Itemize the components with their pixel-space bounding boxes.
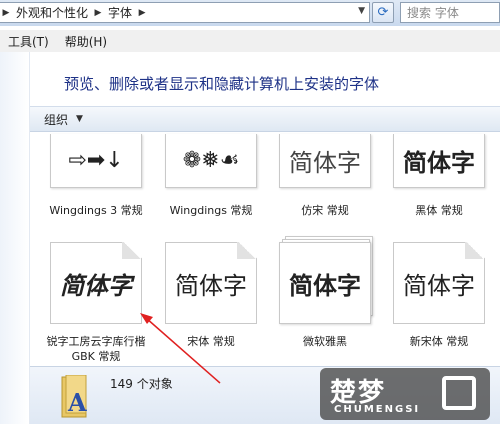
organize-toolbar: 组织 ▼ — [30, 106, 500, 132]
font-preview: ⇨➡↓ — [50, 134, 142, 188]
font-tile-songti[interactable]: 简体字 — [165, 242, 257, 324]
history-dropdown-icon[interactable]: ▼ — [358, 6, 365, 16]
font-sample: 简体字 — [175, 271, 247, 300]
font-name: 宋体 常规 — [187, 335, 235, 348]
menu-bar: 工具(T) 帮助(H) — [0, 30, 500, 52]
watermark-mark — [442, 376, 476, 410]
organize-button[interactable]: 组织 — [44, 111, 68, 128]
font-preview: 简体字 — [279, 242, 371, 324]
font-sample: ⇨➡↓ — [68, 148, 124, 173]
left-gutter — [0, 52, 30, 424]
font-tile-yahei[interactable]: 简体字 — [279, 236, 373, 324]
font-name: 黑体 常规 — [415, 204, 463, 217]
font-preview: 简体字 — [279, 134, 371, 188]
font-sample: 简体字 — [403, 271, 475, 300]
search-input[interactable]: 搜索 字体 — [400, 2, 500, 23]
watermark-subtext: CHUMENGSI — [334, 404, 421, 415]
font-name: 锐字工房云字库行楷GBK 常规 — [46, 335, 146, 363]
chevron-right-icon[interactable]: ▶ — [92, 8, 104, 18]
font-tile-nsimsun[interactable]: 简体字 — [393, 242, 485, 324]
address-bar-area: ▶ 外观和个性化 ▶ 字体 ▶ ▼ ⟳ 搜索 字体 — [0, 0, 500, 26]
breadcrumb-appearance[interactable]: 外观和个性化 — [12, 4, 92, 21]
page-fold — [237, 242, 257, 259]
font-tile-wingdings[interactable]: ❁❅☙ — [165, 134, 257, 188]
refresh-button[interactable]: ⟳ — [372, 2, 394, 23]
font-name: 仿宋 常规 — [301, 204, 349, 217]
font-name: 微软雅黑 — [303, 335, 347, 348]
page-fold — [465, 242, 485, 259]
font-name: Wingdings 3 常规 — [49, 204, 143, 217]
font-sample: 简体字 — [289, 271, 361, 300]
refresh-icon: ⟳ — [377, 5, 389, 20]
watermark-logo: 楚梦 CHUMENGSI — [320, 368, 490, 420]
font-tile-heiti[interactable]: 简体字 — [393, 134, 485, 188]
svg-text:A: A — [67, 388, 87, 417]
search-placeholder: 搜索 字体 — [407, 6, 459, 20]
font-tile-wingdings3[interactable]: ⇨➡↓ — [50, 134, 142, 188]
font-tile-ruizi[interactable]: 简体字 — [50, 242, 142, 324]
font-folder-icon: A — [61, 375, 87, 418]
font-sample: 简体字 — [403, 149, 475, 177]
font-sample: ❁❅☙ — [182, 148, 240, 173]
breadcrumb-fonts[interactable]: 字体 — [104, 4, 136, 21]
object-count: 149 个对象 — [110, 377, 173, 391]
menu-tools[interactable]: 工具(T) — [8, 33, 49, 50]
font-preview: ❁❅☙ — [165, 134, 257, 188]
font-sample: 简体字 — [289, 149, 361, 177]
address-box[interactable]: ▶ 外观和个性化 ▶ 字体 ▶ ▼ — [0, 2, 370, 23]
page-title: 预览、删除或者显示和隐藏计算机上安装的字体 — [64, 75, 380, 93]
chevron-right-icon[interactable]: ▶ — [0, 8, 12, 18]
chevron-down-icon[interactable]: ▼ — [76, 114, 83, 124]
font-tile-fangsong[interactable]: 简体字 — [279, 134, 371, 188]
page-fold — [122, 242, 142, 259]
font-name: Wingdings 常规 — [169, 204, 253, 217]
font-preview: 简体字 — [393, 134, 485, 188]
chevron-right-icon[interactable]: ▶ — [136, 8, 148, 18]
menu-help[interactable]: 帮助(H) — [65, 33, 107, 50]
font-sample: 简体字 — [60, 270, 132, 300]
font-name: 新宋体 常规 — [409, 335, 469, 348]
